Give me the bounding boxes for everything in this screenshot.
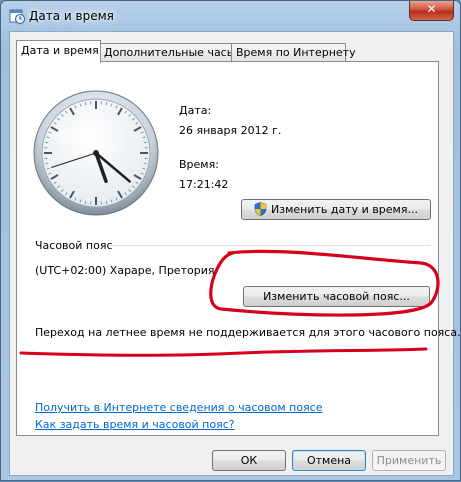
- tab-panel-date-and-time: Дата: 26 января 2012 г. Время: 17:21:42 …: [16, 61, 439, 436]
- clock-minute-tick: [144, 163, 147, 164]
- clock-minute-tick: [106, 201, 107, 204]
- clock-minute-tick: [45, 163, 48, 164]
- ok-button[interactable]: ОК: [212, 450, 286, 471]
- apply-button[interactable]: Применить: [372, 450, 446, 471]
- date-value: 26 января 2012 г.: [179, 124, 281, 137]
- clock-minute-tick: [45, 142, 48, 143]
- timezone-value: (UTC+02:00) Хараре, Претория: [35, 264, 214, 277]
- analog-clock: [31, 88, 161, 218]
- timezone-section-label: Часовой пояс: [35, 239, 113, 252]
- clock-minute-tick: [144, 142, 147, 143]
- clock-minute-tick: [85, 201, 86, 204]
- date-time-dialog: Дата и время ✕ Дата и время Дополнительн…: [0, 0, 461, 481]
- timezone-info-link[interactable]: Получить в Интернете сведения о часовом …: [35, 401, 323, 414]
- clock-calendar-icon: [9, 8, 25, 24]
- clock-minute-tick: [85, 102, 86, 105]
- time-label: Время:: [179, 158, 219, 171]
- change-timezone-button[interactable]: Изменить часовой пояс...: [243, 286, 430, 307]
- cancel-button[interactable]: Отмена: [292, 450, 366, 471]
- date-label: Дата:: [179, 104, 211, 117]
- tab-internet-time[interactable]: Время по Интернету: [231, 43, 346, 62]
- dialog-client-area: Дата и время Дополнительные часы Время п…: [9, 31, 454, 476]
- tab-additional-clocks[interactable]: Дополнительные часы: [99, 43, 233, 62]
- tab-date-and-time[interactable]: Дата и время: [16, 40, 101, 63]
- time-value: 17:21:42: [179, 178, 228, 191]
- timezone-divider: [109, 245, 431, 246]
- clock-minute-tick: [106, 102, 107, 105]
- window-title: Дата и время: [29, 9, 114, 23]
- how-to-set-time-link[interactable]: Как задать время и часовой пояс?: [35, 418, 235, 431]
- change-date-time-label: Изменить дату и время...: [271, 203, 418, 216]
- dst-note: Переход на летнее время не поддерживаетс…: [35, 326, 461, 339]
- title-bar[interactable]: Дата и время ✕: [1, 1, 460, 31]
- uac-shield-icon: [254, 202, 267, 216]
- change-date-time-button[interactable]: Изменить дату и время...: [241, 199, 431, 220]
- close-button[interactable]: ✕: [409, 1, 454, 21]
